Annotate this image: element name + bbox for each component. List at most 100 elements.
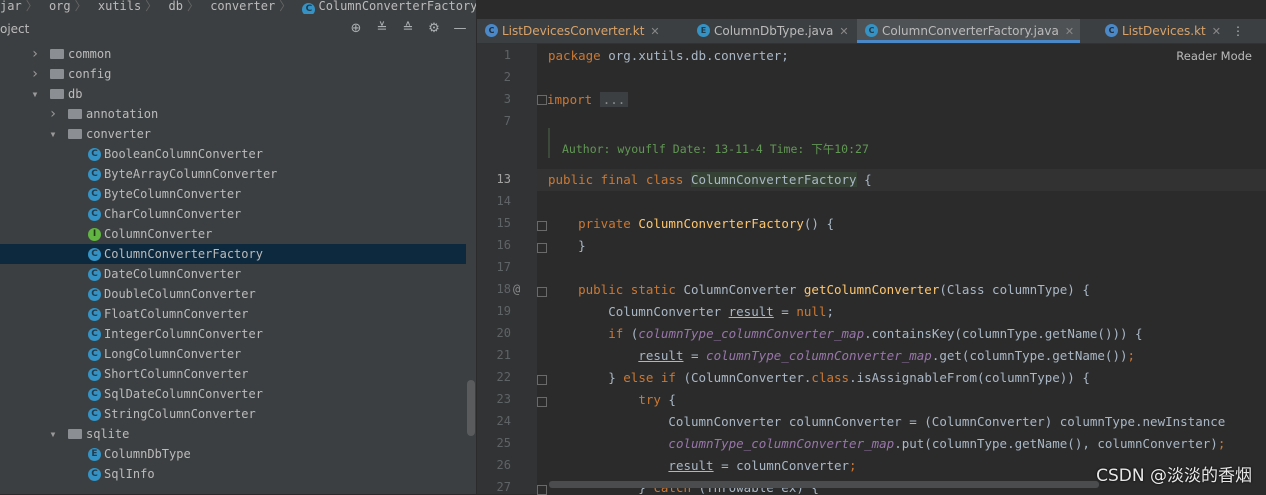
class-icon: C [88,168,101,181]
tabs-overflow-button[interactable]: ⋮ [1232,19,1244,43]
tree-item-label: BooleanColumnConverter [104,147,263,161]
project-panel: jar 〉 org 〉 xutils 〉 db 〉 converter 〉 C Column… [0,0,477,494]
code-line: result = columnType_columnConverter_map.… [638,348,1136,363]
project-panel-header: oject ⊕ ≚ ≙ ⚙ — [0,19,476,41]
tree-file[interactable]: C IntegerColumnConverter [0,324,466,344]
tree-file[interactable]: C ByteColumnConverter [0,184,466,204]
tree-file[interactable]: C ByteArrayColumnConverter [0,164,466,184]
breadcrumb-item[interactable]: jar [0,0,22,12]
class-icon: C [88,208,101,221]
tree-item-label: DateColumnConverter [104,267,242,281]
class-icon: C [88,248,101,261]
breadcrumb: jar 〉 org 〉 xutils 〉 db 〉 converter 〉 C Column… [0,0,476,14]
breadcrumb-item[interactable]: xutils [98,0,141,12]
code-line: result = columnConverter; [668,458,857,473]
collapse-icon[interactable]: ≙ [400,21,416,37]
horizontal-scrollbar[interactable] [549,481,1099,488]
folder-icon [50,49,64,59]
chevron-down-icon[interactable]: ▾ [48,424,58,444]
fold-marker[interactable] [537,375,547,385]
tab-ListDevicesConverter.kt[interactable]: C ListDevicesConverter.kt ✕ [477,19,666,43]
breadcrumb-item[interactable]: db [168,0,182,12]
code-editor[interactable]: 1 2 3 7 13 14 15 16 17 18 19 20 21 22 23 24 25 26 27 @ Read… [477,44,1266,495]
chevron-down-icon[interactable]: ▾ [48,124,58,144]
close-icon[interactable]: ✕ [650,25,659,38]
chevron-right-icon[interactable]: › [30,44,40,64]
target-icon[interactable]: ⊕ [348,21,364,37]
class-icon: C [88,368,101,381]
fold-marker[interactable] [537,243,547,253]
line-number: 22 [496,370,511,384]
close-icon[interactable]: ✕ [1212,25,1221,38]
breadcrumb-item[interactable]: converter [210,0,275,12]
tree-file[interactable]: C SqlDateColumnConverter [0,384,466,404]
tree-item-label: IntegerColumnConverter [104,327,263,341]
folder-icon [50,69,64,79]
tree-file[interactable]: C ShortColumnConverter [0,364,466,384]
tab-ColumnDbType.java[interactable]: E ColumnDbType.java ✕ [689,19,855,43]
tree-scrollbar[interactable] [467,380,475,436]
tree-file[interactable]: C BooleanColumnConverter [0,144,466,164]
class-file-icon: C [865,24,878,37]
close-icon[interactable]: ✕ [1065,25,1074,38]
line-number: 24 [496,414,511,428]
breadcrumb-item[interactable]: ColumnConverterFactory [318,0,476,12]
tree-item-label: ShortColumnConverter [104,367,249,381]
class-icon: C [88,148,101,161]
line-number: 15 [496,216,511,230]
line-number: 27 [496,480,511,494]
breadcrumb-item[interactable]: org [49,0,71,12]
tree-folder-config[interactable]: › config [0,64,466,84]
gear-icon[interactable]: ⚙ [426,21,442,37]
tab-label: ListDevices.kt [1122,24,1206,38]
interface-icon: I [88,228,101,241]
override-gutter-icon[interactable]: @ [513,282,523,296]
tab-label: ColumnDbType.java [714,24,834,38]
fold-marker[interactable] [537,221,547,231]
chevron-right-icon[interactable]: › [30,64,40,84]
fold-marker[interactable] [537,287,547,297]
fold-marker[interactable] [537,397,547,407]
tab-ListDevices.kt[interactable]: C ListDevices.kt ✕ [1097,19,1227,43]
tree-folder-annotation[interactable]: › annotation [0,104,466,124]
line-number: 17 [496,260,511,274]
tree-file[interactable]: C ColumnConverterFactory [0,244,466,264]
class-icon: C [88,328,101,341]
tree-file[interactable]: C FloatColumnConverter [0,304,466,324]
tab-ColumnConverterFactory.java[interactable]: C ColumnConverterFactory.java ✕ [857,19,1081,43]
tree-file[interactable]: C DateColumnConverter [0,264,466,284]
class-icon: C [302,3,316,14]
chevron-right-icon[interactable]: › [48,104,58,124]
tree-file[interactable]: E ColumnDbType [0,444,466,464]
tree-folder-converter[interactable]: ▾ converter [0,124,466,144]
chevron-down-icon[interactable]: ▾ [30,84,40,104]
tree-item-label: ColumnConverterFactory [104,247,263,261]
tree-file[interactable]: C DoubleColumnConverter [0,284,466,304]
tree-file[interactable]: C CharColumnConverter [0,204,466,224]
tree-folder-common[interactable]: › common [0,44,466,64]
line-number: 13 [496,172,511,186]
class-icon: C [88,308,101,321]
folder-icon [68,129,82,139]
expand-icon[interactable]: ≚ [374,21,390,37]
code-line: private ColumnConverterFactory() { [578,216,835,231]
project-tree: › common › config ▾ db › annotation ▾ converter C B… [0,44,466,484]
tree-item-label: ColumnConverter [104,227,213,241]
close-icon[interactable]: ✕ [839,25,848,38]
project-panel-title[interactable]: oject [0,22,29,36]
line-number: 26 [496,458,511,472]
tree-file[interactable]: I ColumnConverter [0,224,466,244]
tree-file[interactable]: C SqlInfo [0,464,466,484]
tree-folder-db[interactable]: ▾ db [0,84,466,104]
tree-file[interactable]: C LongColumnConverter [0,344,466,364]
line-number: 19 [496,304,511,318]
reader-mode-button[interactable]: Reader Mode [1176,49,1252,63]
tree-item-label: SqlInfo [104,467,155,481]
tree-folder-sqlite[interactable]: ▾ sqlite [0,424,466,444]
tab-label: ListDevicesConverter.kt [502,24,645,38]
tree-item-label: ByteColumnConverter [104,187,242,201]
tree-file[interactable]: C StringColumnConverter [0,404,466,424]
tree-item-label: db [68,87,83,101]
code-line: public static ColumnConverter getColumnC… [578,282,1090,297]
minimize-icon[interactable]: — [452,21,468,37]
